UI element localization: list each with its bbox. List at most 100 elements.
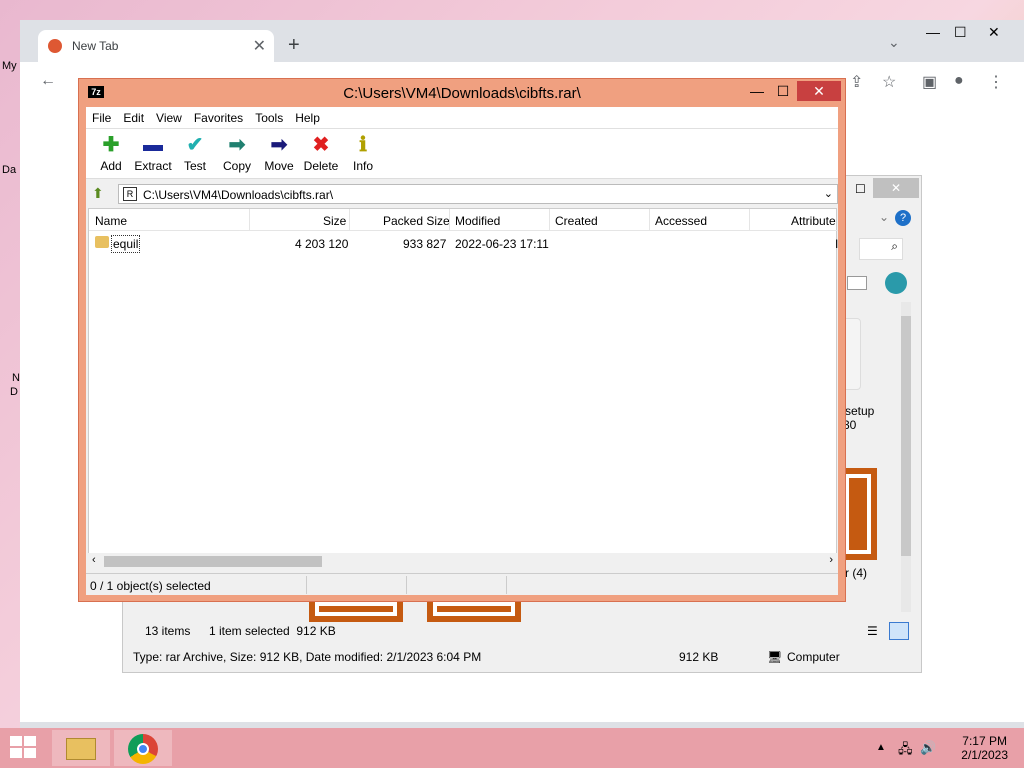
taskbar: ▲ 🖧 🔊 7:17 PM 2/1/2023 xyxy=(0,728,1024,768)
explorer-close-icon[interactable]: ✕ xyxy=(873,178,919,198)
minimize-button[interactable]: — xyxy=(743,81,771,101)
menu-icon[interactable]: ⋮ xyxy=(988,72,1004,92)
explorer-maximize-icon[interactable]: ☐ xyxy=(855,182,866,196)
col-created[interactable]: Created xyxy=(555,214,598,228)
up-folder-icon[interactable]: ⬆ xyxy=(92,185,104,202)
tray-expand-icon[interactable]: ▲ xyxy=(876,742,886,753)
folder-icon xyxy=(95,236,109,248)
chrome-taskbar-icon[interactable] xyxy=(114,730,172,766)
help-icon[interactable]: ? xyxy=(895,210,911,226)
folder-thumbnail-label: r (4) xyxy=(845,566,867,580)
copy-label: Copy xyxy=(222,159,251,173)
col-packed-size[interactable]: Packed Size xyxy=(383,214,450,228)
list-header: Name Size Packed Size Modified Created A… xyxy=(89,209,838,231)
check-icon: ✔ xyxy=(186,134,204,156)
expand-ribbon-icon[interactable]: ⌄ xyxy=(879,210,889,224)
share-icon[interactable]: ⇪ xyxy=(850,72,863,92)
close-window-icon[interactable]: ✕ xyxy=(988,24,1000,41)
sevenzip-titlebar[interactable]: 7z C:\Users\VM4\Downloads\cibfts.rar\ — … xyxy=(79,79,845,105)
tab-new-tab[interactable]: New Tab ✕ xyxy=(38,30,274,62)
col-name[interactable]: Name xyxy=(95,214,127,228)
path-field[interactable]: R C:\Users\VM4\Downloads\cibfts.rar\ ⌄ xyxy=(118,184,838,204)
copy-button[interactable]: ➡ Copy xyxy=(216,133,258,178)
clock-time: 7:17 PM xyxy=(962,734,1007,748)
minus-icon: ▬ xyxy=(143,134,163,156)
col-size[interactable]: Size xyxy=(323,214,346,228)
desktop-label-d: D xyxy=(10,386,18,398)
status-bar: 0 / 1 object(s) selected xyxy=(86,573,838,595)
col-modified[interactable]: Modified xyxy=(455,214,500,228)
test-label: Test xyxy=(183,159,206,173)
clock[interactable]: 7:17 PM 2/1/2023 xyxy=(961,734,1008,762)
path-text: C:\Users\VM4\Downloads\cibfts.rar\ xyxy=(143,188,334,202)
row-size: 4 203 120 xyxy=(295,237,349,251)
desktop-label-my: My xyxy=(2,60,17,72)
info-label: Info xyxy=(352,159,373,173)
add-label: Add xyxy=(100,159,122,173)
profile-icon[interactable]: ● xyxy=(954,72,964,90)
close-button[interactable]: ✕ xyxy=(797,81,841,101)
windows-start-icon[interactable] xyxy=(10,736,38,760)
large-icons-view-icon[interactable] xyxy=(889,622,909,640)
minimize-icon[interactable]: — xyxy=(926,24,940,40)
menu-favorites[interactable]: Favorites xyxy=(188,107,249,128)
explorer-scrollbar[interactable] xyxy=(901,302,911,612)
menu-edit[interactable]: Edit xyxy=(117,107,150,128)
info-icon: ℹ xyxy=(359,134,367,156)
menu-bar: File Edit View Favorites Tools Help xyxy=(86,107,838,129)
duckduckgo-icon xyxy=(48,39,62,53)
file-explorer-taskbar-icon[interactable] xyxy=(52,730,110,766)
view-pane-icon[interactable] xyxy=(847,276,867,290)
tab-search-icon[interactable]: ⌄ xyxy=(888,34,900,51)
status-text: 0 / 1 object(s) selected xyxy=(90,579,211,593)
table-row[interactable]: equil 4 203 120 933 827 2022-06-23 17:11… xyxy=(89,233,838,253)
move-button[interactable]: ➡ Move xyxy=(258,133,300,178)
horizontal-scrollbar[interactable]: ‹ › xyxy=(88,553,837,570)
add-button[interactable]: ✚ Add xyxy=(90,133,132,178)
scroll-right-icon[interactable]: › xyxy=(829,554,833,566)
file-type-info: Type: rar Archive, Size: 912 KB, Date mo… xyxy=(133,650,482,664)
maximize-button[interactable]: ☐ xyxy=(769,81,797,101)
file-list: Name Size Packed Size Modified Created A… xyxy=(88,208,838,570)
test-button[interactable]: ✔ Test xyxy=(174,133,216,178)
bookmark-star-icon[interactable]: ☆ xyxy=(882,72,896,92)
row-name: equil xyxy=(111,235,141,253)
menu-tools[interactable]: Tools xyxy=(249,107,289,128)
window-title: C:\Users\VM4\Downloads\cibfts.rar\ xyxy=(343,85,581,102)
desktop-label-da: Da xyxy=(2,164,17,176)
row-modified: 2022-06-23 17:11 xyxy=(455,237,549,251)
side-panel-icon[interactable]: ▣ xyxy=(922,72,937,92)
info-button[interactable]: ℹ Info xyxy=(342,133,384,178)
items-count: 13 items xyxy=(145,624,191,638)
menu-file[interactable]: File xyxy=(86,107,117,128)
row-attr: I xyxy=(835,237,839,251)
maximize-icon[interactable]: ☐ xyxy=(954,24,967,41)
selected-info: 1 item selected 912 KB xyxy=(209,624,336,638)
explorer-search-icon[interactable]: ⌕ xyxy=(859,238,903,260)
scroll-left-icon[interactable]: ‹ xyxy=(92,554,96,566)
address-bar: ⬆ R C:\Users\VM4\Downloads\cibfts.rar\ ⌄ xyxy=(86,182,838,206)
close-tab-icon[interactable]: ✕ xyxy=(253,36,266,56)
back-icon[interactable]: ← xyxy=(40,72,56,90)
chevron-down-icon[interactable]: ⌄ xyxy=(824,187,833,200)
col-attributes[interactable]: Attribute xyxy=(791,214,836,228)
menu-view[interactable]: View xyxy=(150,107,188,128)
col-accessed[interactable]: Accessed xyxy=(655,214,707,228)
row-packed: 933 827 xyxy=(403,237,447,251)
toolbar: ✚ Add ▬ Extract ✔ Test ➡ Copy ➡ Move ✖ Delete … xyxy=(86,129,838,179)
computer-icon: 🖥 xyxy=(767,650,783,664)
sevenzip-window: 7z C:\Users\VM4\Downloads\cibfts.rar\ — … xyxy=(78,78,846,602)
details-view-icon[interactable]: ☰ xyxy=(867,624,878,638)
delete-button[interactable]: ✖ Delete xyxy=(300,133,342,178)
archive-icon: R xyxy=(123,187,137,201)
menu-help[interactable]: Help xyxy=(289,107,326,128)
clock-date: 2/1/2023 xyxy=(961,748,1008,762)
scroll-thumb[interactable] xyxy=(104,556,322,567)
copy-arrow-icon: ➡ xyxy=(228,134,246,156)
volume-icon[interactable]: 🔊 xyxy=(920,740,936,756)
sevenzip-body: File Edit View Favorites Tools Help ✚ Add… xyxy=(86,107,838,595)
network-icon[interactable]: 🖧 xyxy=(898,740,913,762)
tab-title: New Tab xyxy=(72,39,119,53)
new-tab-button[interactable]: + xyxy=(288,34,300,57)
extract-button[interactable]: ▬ Extract xyxy=(132,133,174,178)
